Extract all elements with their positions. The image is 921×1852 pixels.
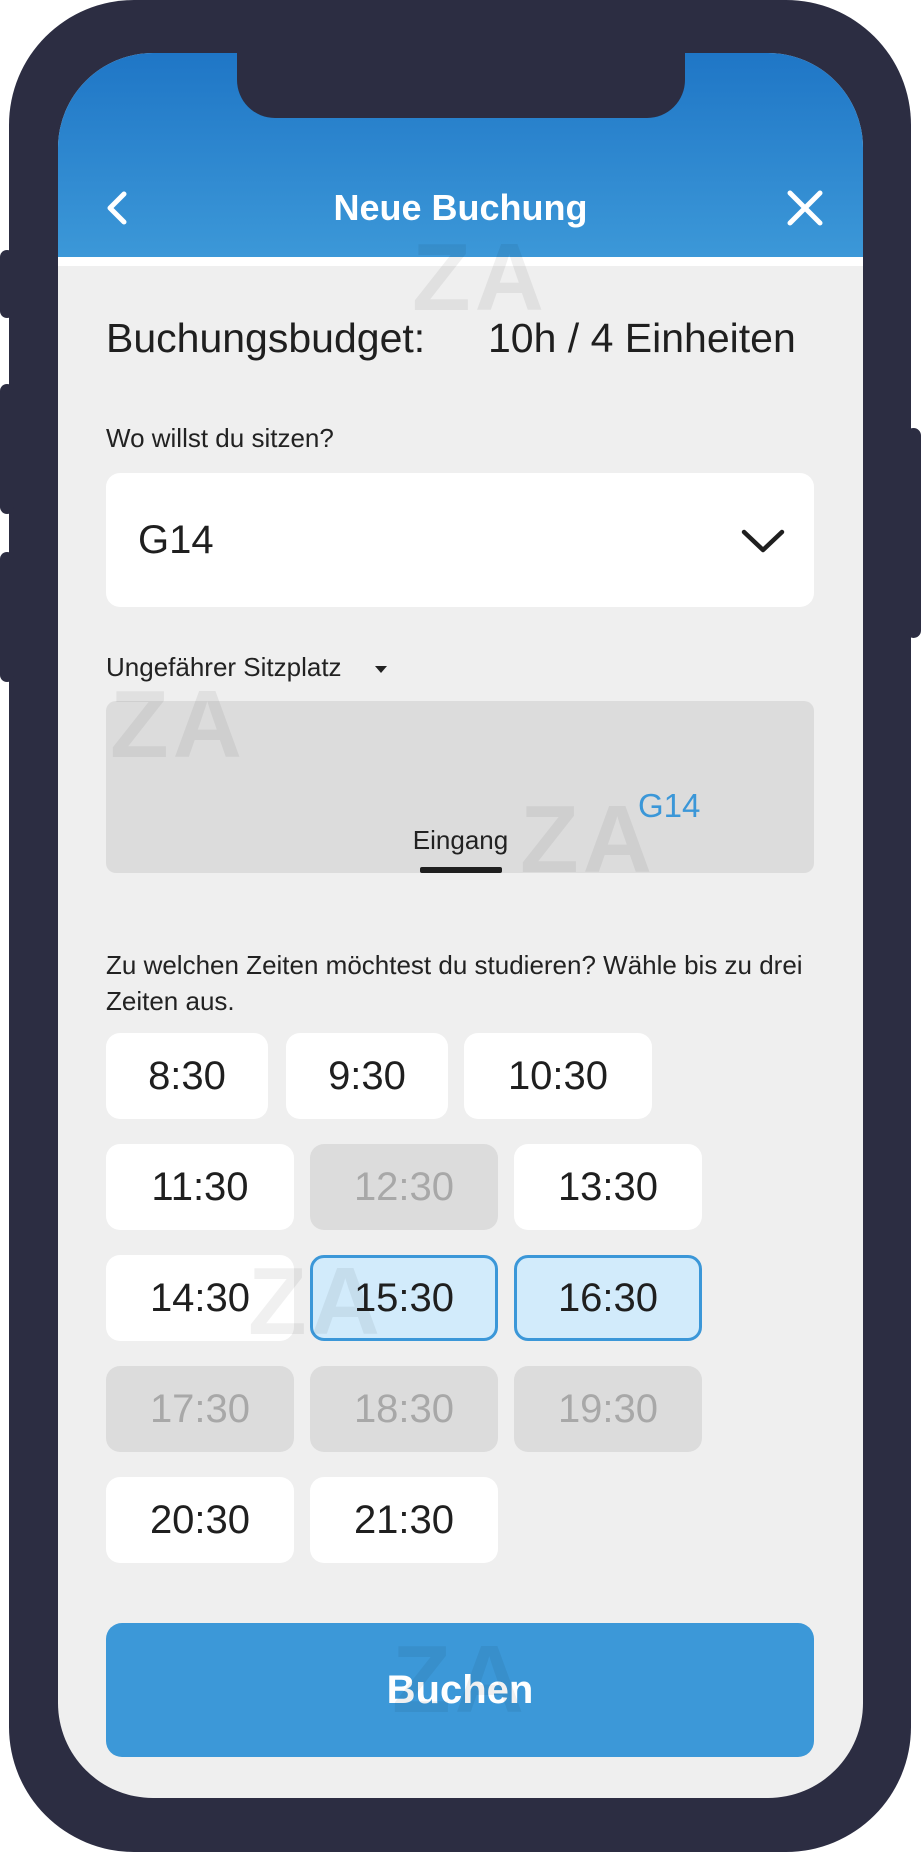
time-slot-9-30[interactable]: 9:30 [286, 1033, 448, 1119]
close-icon [787, 190, 823, 226]
entrance-marker [420, 867, 502, 873]
time-slot-13-30[interactable]: 13:30 [514, 1144, 702, 1230]
location-question: Wo willst du sitzen? [106, 423, 334, 453]
time-slot-8-30[interactable]: 8:30 [106, 1033, 268, 1119]
time-slot-19-30: 19:30 [514, 1366, 702, 1452]
time-slot-18-30: 18:30 [310, 1366, 498, 1452]
chevron-down-icon [741, 529, 785, 553]
time-slot-15-30[interactable]: 15:30 [310, 1255, 498, 1341]
volume-up-button [0, 384, 14, 514]
time-slot-14-30[interactable]: 14:30 [106, 1255, 294, 1341]
time-slot-20-30[interactable]: 20:30 [106, 1477, 294, 1563]
seat-marker-label: G14 [638, 787, 701, 824]
budget-label: Buchungsbudget: [106, 315, 426, 361]
time-slot-12-30: 12:30 [310, 1144, 498, 1230]
time-question: Zu welchen Zeiten möchtest du studieren?… [106, 950, 803, 1016]
time-slot-17-30: 17:30 [106, 1366, 294, 1452]
location-select[interactable]: G14 [106, 473, 814, 607]
caret-down-icon[interactable] [373, 663, 389, 675]
power-button [906, 428, 921, 638]
budget-value: 10h / 4 Einheiten [488, 315, 796, 361]
camera-notch [237, 53, 685, 118]
time-slot-21-30[interactable]: 21:30 [310, 1477, 498, 1563]
time-slot-10-30[interactable]: 10:30 [464, 1033, 652, 1119]
silent-switch [0, 250, 14, 318]
app-screen: Neue Buchung ZA Buchungsbudget: 10h / 4 … [58, 53, 863, 1798]
time-slot-16-30[interactable]: 16:30 [514, 1255, 702, 1341]
header-divider [58, 257, 863, 266]
volume-down-button [0, 552, 14, 682]
close-button[interactable] [780, 183, 830, 233]
book-button[interactable]: Buchen [106, 1623, 814, 1757]
seat-map-label: Ungefährer Sitzplatz [106, 652, 342, 682]
location-select-value: G14 [138, 518, 214, 562]
entrance-label: Eingang [412, 825, 509, 855]
time-slot-11-30[interactable]: 11:30 [106, 1144, 294, 1230]
page-title: Neue Buchung [333, 187, 588, 228]
